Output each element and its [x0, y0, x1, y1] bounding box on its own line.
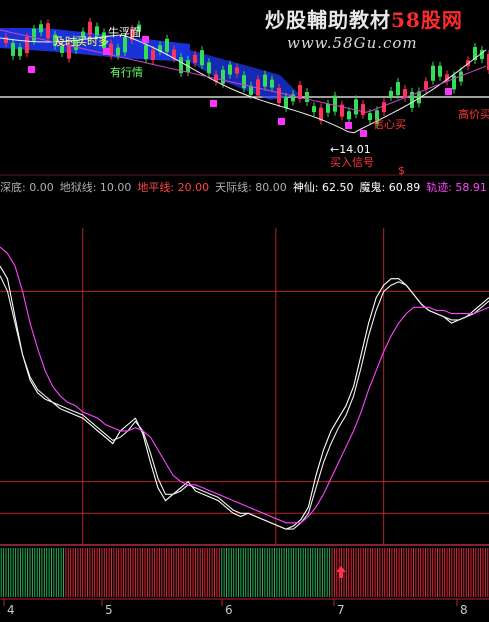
- axis-tick-label: 7: [337, 603, 345, 617]
- axis-tick-label: 6: [225, 603, 233, 617]
- stock-chart: 及时买时多牛浮面有行情买入信号 信心买 高价买 ←14.01 $ 4 5 6 7 8: [0, 17, 489, 617]
- oscillator-panel: [0, 228, 489, 546]
- candle-body: [235, 67, 239, 74]
- candle-body: [396, 82, 400, 96]
- date-axis: 4 5 6 7 8: [0, 598, 489, 617]
- candle-body: [123, 37, 127, 53]
- signal-marker: [142, 36, 149, 43]
- axis-tick-label: 5: [105, 603, 113, 617]
- candle-body: [284, 96, 288, 108]
- legend-item: 神仙: 62.50: [292, 181, 354, 194]
- price-annotation: 高价买: [458, 107, 489, 121]
- price-band: [190, 50, 300, 100]
- price-annotation: ←14.01: [330, 143, 371, 156]
- candle-body: [305, 91, 309, 102]
- candle-body: [193, 54, 197, 63]
- candle-body: [116, 47, 120, 56]
- candle-body: [18, 47, 22, 57]
- signal-marker: [28, 66, 35, 73]
- candle-body: [88, 21, 92, 35]
- candle-body: [95, 26, 99, 36]
- legend-item: 天际线: 80.00: [215, 181, 287, 194]
- legend-item: 轨迹: 58.91: [426, 181, 487, 194]
- watermark-brand-red: 58股网: [391, 8, 463, 32]
- candle-body: [368, 113, 372, 121]
- candle-body: [39, 24, 43, 33]
- indicator-legend: 深底: 0.00 地狱线: 10.00 地平线: 20.00 天际线: 80.00 神仙…: [0, 179, 489, 194]
- watermark-brand-text: 炒股輔助教材: [265, 8, 391, 32]
- axis-tick-label: 8: [460, 603, 468, 617]
- price-annotation: 信心买: [373, 118, 406, 131]
- candle-body: [165, 38, 169, 52]
- candle-body: [361, 103, 365, 115]
- candle-body: [333, 95, 337, 112]
- signal-marker: [345, 122, 352, 129]
- signal-marker: [360, 130, 367, 137]
- watermark-brand: 炒股輔助教材58股网: [265, 4, 463, 33]
- candle-body: [46, 23, 50, 39]
- price-annotation: $: [398, 164, 405, 177]
- candle-body: [4, 37, 8, 43]
- candle-body: [144, 45, 148, 60]
- candle-body: [438, 65, 442, 77]
- candle-body: [431, 65, 435, 81]
- axis-tick-label: 4: [7, 603, 15, 617]
- price-annotation: 牛浮面: [108, 25, 141, 39]
- candle-body: [32, 28, 36, 41]
- candle-body: [312, 106, 316, 113]
- price-annotation: 有行情: [110, 65, 143, 79]
- legend-item: 地狱线: 10.00: [59, 181, 132, 194]
- legend-item: 魔鬼: 60.89: [359, 181, 421, 194]
- price-annotation: 买入信号: [330, 156, 374, 169]
- candle-body: [277, 87, 281, 103]
- signal-marker: [103, 48, 110, 55]
- candle-body: [200, 50, 204, 66]
- signal-marker: [210, 100, 217, 107]
- candle-body: [207, 62, 211, 74]
- price-annotation: 及时买时多: [54, 34, 109, 48]
- signal-bar-panel: [0, 548, 489, 597]
- candle-body: [326, 103, 330, 113]
- candle-body: [242, 75, 246, 89]
- candle-body: [221, 69, 225, 84]
- candle-body: [424, 81, 428, 90]
- watermark-url: www.58Gu.com: [287, 34, 418, 52]
- candle-body: [25, 37, 29, 54]
- candle-body: [347, 111, 351, 120]
- legend-item: 地平线: 20.00: [137, 181, 210, 194]
- candle-body: [151, 50, 155, 61]
- signal-marker: [278, 118, 285, 125]
- legend-item: 深底: 0.00: [0, 181, 54, 194]
- signal-marker: [445, 88, 452, 95]
- candle-body: [263, 74, 267, 87]
- candle-body: [270, 79, 274, 88]
- candle-body: [228, 64, 232, 75]
- candle-body: [354, 99, 358, 115]
- candle-body: [382, 102, 386, 113]
- oscillator-background: [0, 228, 489, 545]
- candle-body: [389, 90, 393, 97]
- candle-body: [11, 42, 15, 56]
